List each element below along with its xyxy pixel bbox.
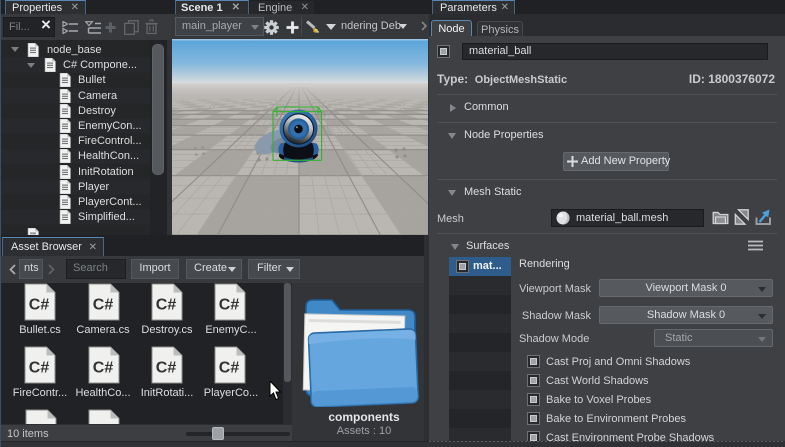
svg-text:C#: C# (29, 297, 50, 314)
svg-text:C#: C# (93, 360, 114, 377)
svg-text:C#: C# (29, 360, 50, 377)
svg-text:C#: C# (156, 360, 177, 377)
svg-text:C#: C# (156, 297, 177, 314)
svg-text:C#: C# (93, 297, 114, 314)
svg-text:C#: C# (219, 360, 240, 377)
svg-text:C#: C# (219, 297, 240, 314)
